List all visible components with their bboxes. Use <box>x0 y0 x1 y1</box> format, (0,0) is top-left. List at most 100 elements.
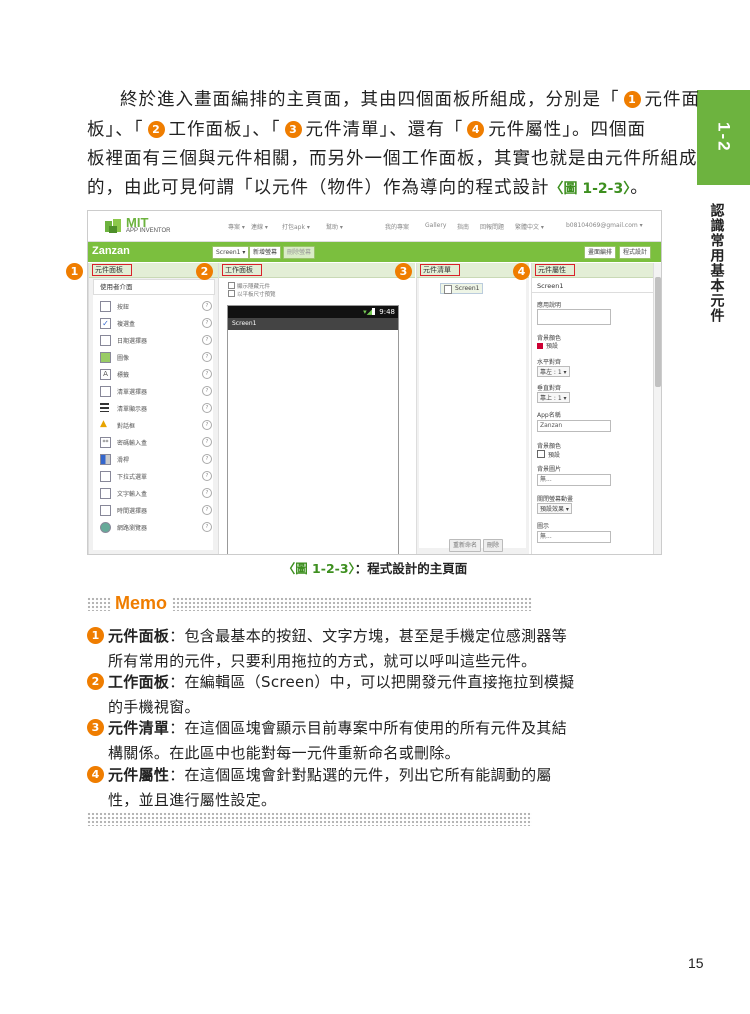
help-icon[interactable]: ? <box>202 488 212 498</box>
designer-button[interactable]: 畫面編排 <box>584 246 617 259</box>
palette-item-image[interactable]: 圖像? <box>97 349 212 366</box>
caption-text: ：程式設計的主頁面 <box>354 561 468 576</box>
spinner-icon <box>100 471 111 482</box>
help-icon[interactable]: ? <box>202 437 212 447</box>
marker-4: 4 <box>513 263 530 280</box>
link-report[interactable]: 回報問題 <box>480 222 504 231</box>
section-number: 1-2 <box>714 122 734 153</box>
section-title: 認識常用基本元件 <box>706 203 726 328</box>
intro-text: 。 <box>630 178 649 198</box>
add-screen-button[interactable]: 新增螢幕 <box>249 246 282 259</box>
property-label: 關閉螢幕動畫 <box>537 496 574 503</box>
menu-help[interactable]: 幫助 ▾ <box>326 222 343 231</box>
option-label: 以平板尺寸預覽 <box>237 292 276 298</box>
palette-item-listview[interactable]: 清單顯示器? <box>97 400 212 417</box>
memo-item-4-cont: 性，並且進行屬性設定。 <box>108 791 277 809</box>
account-menu[interactable]: b08104069@gmail.com ▾ <box>566 222 643 229</box>
memo-item-1: 元件面板：包含最基本的按鈕、文字方塊，甚至是手機定位感測器等 <box>108 625 567 646</box>
palette-item-timepicker[interactable]: 時間選擇器? <box>97 502 212 519</box>
intro-line-3: 板裡面有三個與元件相關，而另外一個工作面板，其實也就是由元件所組成 <box>87 149 698 169</box>
bg-image-input[interactable]: 無... <box>537 474 611 486</box>
intro-line-4: 的，由此可見何謂「以元件（物件）作為導向的程式設計〈圖 1-2-3〉。 <box>87 174 649 199</box>
palette-item-label[interactable]: A 標籤? <box>97 366 212 383</box>
menu-build[interactable]: 打包apk ▾ <box>282 222 310 231</box>
section-number-tab: 1-2 <box>697 90 750 185</box>
palette-item-slider[interactable]: 滑桿? <box>97 451 212 468</box>
memo-term: 元件屬性 <box>108 766 170 784</box>
phone-status-bar: ▾◢ 9:48 <box>228 306 398 318</box>
link-guide[interactable]: 指南 <box>457 222 469 231</box>
help-icon[interactable]: ? <box>202 522 212 532</box>
scrollbar[interactable] <box>653 263 661 554</box>
help-icon[interactable]: ? <box>202 471 212 481</box>
palette-item-label: 下拉式選單 <box>117 474 148 481</box>
menu-connect[interactable]: 連線 ▾ <box>251 222 268 231</box>
components-tree: Screen1 <box>419 278 526 548</box>
help-icon[interactable]: ? <box>202 318 212 328</box>
align-horizontal-select[interactable]: 靠左 : 1 ▾ <box>537 366 570 377</box>
checkbox[interactable] <box>228 282 235 289</box>
delete-button[interactable]: 刪除 <box>483 539 504 552</box>
help-icon[interactable]: ? <box>202 369 212 379</box>
link-my-projects[interactable]: 我的專案 <box>385 222 409 231</box>
category-label: 使用者介面 <box>100 283 133 291</box>
palette-item-label: 清單顯示器 <box>117 406 148 413</box>
remove-screen-button[interactable]: 刪除螢幕 <box>283 246 316 259</box>
button-icon <box>100 301 111 312</box>
palette-item-checkbox[interactable]: ✓ 複選盒? <box>97 315 212 332</box>
help-icon[interactable]: ? <box>202 403 212 413</box>
palette-item-textbox[interactable]: 文字輸入盒? <box>97 485 212 502</box>
memo-text: ：在編輯區（Screen）中，可以把開發元件直接拖拉到模擬 <box>169 673 575 691</box>
memo-dots-bottom <box>87 812 532 826</box>
palette-item-listpicker[interactable]: 清單選擇器? <box>97 383 212 400</box>
help-icon[interactable]: ? <box>202 420 212 430</box>
memo-marker-1: 1 <box>87 627 104 644</box>
tablet-preview-option[interactable]: 以平板尺寸預覽 <box>228 290 276 298</box>
scrollbar-thumb[interactable] <box>655 277 661 387</box>
top-bar: MIT APP INVENTOR 專案 ▾ 連線 ▾ 打包apk ▾ 幫助 ▾ … <box>88 211 661 242</box>
background-color-value[interactable]: 預設 <box>537 341 558 350</box>
palette-item-passwordtextbox[interactable]: ** 密碼輸入盒? <box>97 434 212 451</box>
align-vertical-select[interactable]: 靠上 : 1 ▾ <box>537 392 570 403</box>
blocks-button[interactable]: 程式設計 <box>619 246 652 259</box>
palette-item-webviewer[interactable]: 網路瀏覽器? <box>97 519 212 536</box>
checkbox[interactable] <box>228 290 235 297</box>
marker-1: 1 <box>66 263 83 280</box>
figure-reference: 〈圖 1-2-3〉 <box>549 181 631 197</box>
property-label: App名稱 <box>537 412 561 419</box>
app-name-input[interactable]: Zanzan <box>537 420 611 432</box>
memo-item-2-cont: 的手機視窗。 <box>108 698 200 716</box>
close-animation-select[interactable]: 預設效果 ▾ <box>537 503 572 514</box>
component-node-screen1[interactable]: Screen1 <box>440 283 484 294</box>
screen-select[interactable]: Screen1 ▾ <box>212 246 250 259</box>
divider <box>532 292 653 293</box>
properties-title: 元件屬性 <box>535 264 575 276</box>
menu-project[interactable]: 專案 ▾ <box>228 222 245 231</box>
icon-input[interactable]: 無... <box>537 531 611 543</box>
bg-color-value[interactable]: 預設 <box>537 450 560 459</box>
help-icon[interactable]: ? <box>202 352 212 362</box>
help-icon[interactable]: ? <box>202 335 212 345</box>
help-icon[interactable]: ? <box>202 505 212 515</box>
help-icon[interactable]: ? <box>202 301 212 311</box>
help-icon[interactable]: ? <box>202 386 212 396</box>
language-select[interactable]: 繁體中文 ▾ <box>515 222 544 231</box>
palette-list: 按鈕? ✓ 複選盒? 日期選擇器? 圖像? A 標籤? 清單選擇器? 清單顯示器? … <box>93 295 213 550</box>
palette-item-notifier[interactable]: ▲ 對話框? <box>97 417 212 434</box>
palette-item-datepicker[interactable]: 日期選擇器? <box>97 332 212 349</box>
show-hidden-option[interactable]: 顯示隱藏元件 <box>228 282 270 290</box>
marker-badge: 2 <box>147 121 165 138</box>
memo-dots-left <box>87 597 111 611</box>
help-icon[interactable]: ? <box>202 454 212 464</box>
palette-item-label: 日期選擇器 <box>117 338 148 345</box>
battery-icon <box>372 308 375 315</box>
palette-item-label: 複選盒 <box>117 321 136 328</box>
palette-item-label: 標籤 <box>117 372 130 379</box>
properties-list: Screen1 應用說明 背景顏色 預設 水平對齊 靠左 : 1 ▾ 垂直對齊 … <box>532 278 653 554</box>
link-gallery[interactable]: Gallery <box>425 222 446 229</box>
about-screen-input[interactable] <box>537 309 611 325</box>
palette-category[interactable]: 使用者介面 <box>93 279 215 295</box>
rename-button[interactable]: 重新命名 <box>449 539 482 552</box>
palette-item-button[interactable]: 按鈕? <box>97 298 212 315</box>
palette-item-spinner[interactable]: 下拉式選單? <box>97 468 212 485</box>
